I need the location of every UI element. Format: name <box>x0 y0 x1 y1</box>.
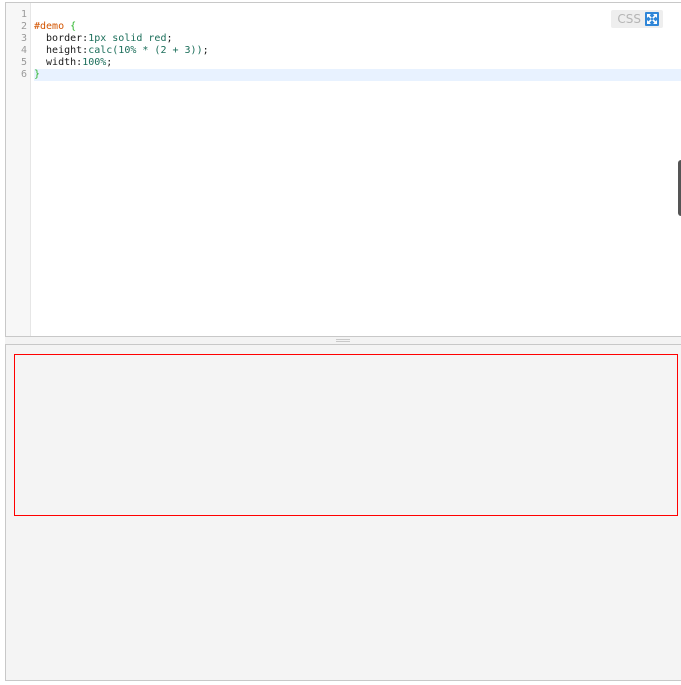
code-area[interactable]: #demo { border:1px solid red; height:cal… <box>34 9 681 81</box>
editor-gutter: 123456 <box>6 3 31 336</box>
code-line[interactable]: #demo { <box>34 21 681 33</box>
code-line[interactable]: } <box>34 69 681 81</box>
code-token-prop: ; <box>106 57 113 68</box>
pane-splitter[interactable] <box>5 337 681 344</box>
code-token-prop: ; <box>202 45 209 56</box>
line-number: 1 <box>20 9 27 20</box>
code-line[interactable]: border:1px solid red; <box>34 33 681 45</box>
line-number: 3 <box>20 33 27 44</box>
code-token-brace: { <box>64 21 77 32</box>
code-token-value: calc(10% * (2 + 3)) <box>88 45 203 56</box>
code-line[interactable] <box>34 9 681 21</box>
line-numbers: 123456 <box>6 9 27 81</box>
line-number: 2 <box>20 21 27 32</box>
code-token-prop: border <box>34 33 83 44</box>
preview-pane <box>5 344 681 681</box>
splitter-grip-icon[interactable] <box>336 339 350 342</box>
expand-arrows-icon[interactable] <box>645 12 659 26</box>
code-token-brace: } <box>34 69 41 80</box>
language-label: CSS <box>617 12 641 26</box>
line-number: 5 <box>20 57 27 68</box>
code-playground: 123456 #demo { border:1px solid red; hei… <box>0 0 681 685</box>
line-number: 6 <box>20 69 27 80</box>
css-editor[interactable]: 123456 #demo { border:1px solid red; hei… <box>5 2 681 337</box>
language-badge[interactable]: CSS <box>611 10 663 28</box>
code-token-value: 1px solid red <box>88 33 167 44</box>
code-token-selector: #demo <box>34 21 65 32</box>
demo-element <box>14 354 678 516</box>
code-line[interactable]: height:calc(10% * (2 + 3)); <box>34 45 681 57</box>
code-token-value: 100% <box>82 57 107 68</box>
code-token-prop: ; <box>166 33 173 44</box>
code-line[interactable]: width:100%; <box>34 57 681 69</box>
line-number: 4 <box>20 45 27 56</box>
code-token-prop: width <box>34 57 77 68</box>
code-token-prop: height <box>34 45 83 56</box>
